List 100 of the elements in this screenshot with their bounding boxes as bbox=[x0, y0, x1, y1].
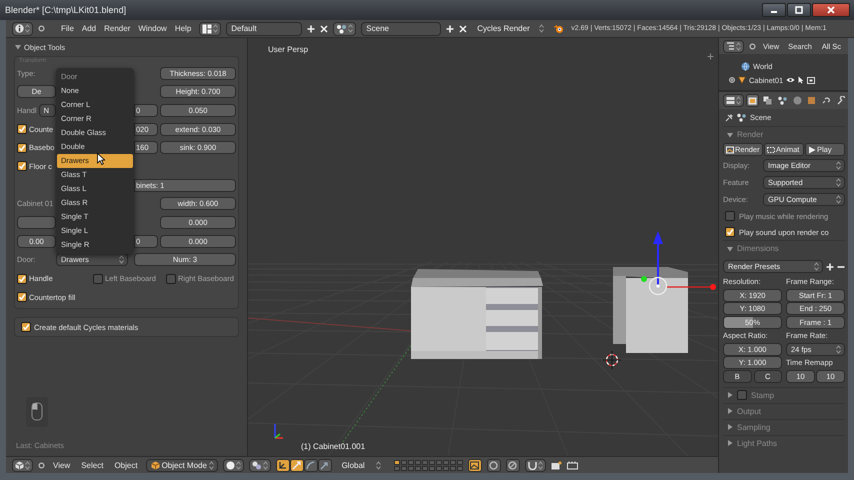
pin-icon[interactable] bbox=[725, 114, 733, 122]
checkbox[interactable] bbox=[17, 142, 27, 153]
render-preview-button[interactable] bbox=[468, 458, 482, 472]
transform-tool-toggle[interactable] bbox=[290, 458, 304, 472]
screen-layout-button[interactable] bbox=[199, 22, 222, 36]
disclosure-triangle-icon[interactable] bbox=[727, 132, 733, 138]
window-title: Blender* [C:\tmp\LKit01.blend] bbox=[5, 5, 128, 15]
panel-title: Light Paths bbox=[737, 438, 778, 448]
updown-arrows-icon bbox=[836, 161, 841, 170]
proportional-edit-button[interactable] bbox=[506, 458, 520, 472]
checkbox[interactable] bbox=[725, 211, 735, 221]
plus-icon[interactable] bbox=[707, 53, 714, 60]
eye-icon[interactable] bbox=[786, 77, 796, 83]
menu-item[interactable]: Window bbox=[135, 24, 170, 33]
updown-arrows-icon bbox=[376, 460, 381, 470]
menu-item[interactable]: Help bbox=[172, 24, 194, 33]
menu-item[interactable]: Object bbox=[111, 460, 141, 470]
menu-item[interactable]: Render bbox=[101, 24, 134, 33]
blender-logo-icon bbox=[553, 24, 564, 34]
view-name: User Persp bbox=[268, 45, 308, 54]
close-icon[interactable] bbox=[320, 24, 328, 32]
maximize-icon bbox=[795, 6, 803, 14]
scene-button[interactable] bbox=[333, 22, 356, 36]
info-icon bbox=[15, 24, 24, 33]
manipulator-toggle[interactable] bbox=[276, 458, 290, 472]
updown-arrows-icon bbox=[814, 262, 819, 271]
properties-tab[interactable] bbox=[760, 94, 774, 107]
updown-arrows-icon bbox=[236, 460, 241, 470]
maximize-button[interactable] bbox=[787, 3, 811, 17]
transform-tool-toggle[interactable] bbox=[318, 458, 332, 472]
add-icon[interactable] bbox=[826, 262, 834, 270]
updown-arrows-icon bbox=[262, 460, 268, 470]
checkbox[interactable] bbox=[93, 274, 103, 284]
mode-label: Object Mode bbox=[162, 460, 207, 470]
properties-tab[interactable] bbox=[746, 94, 759, 107]
shading-button[interactable] bbox=[222, 458, 244, 472]
pivot-button[interactable] bbox=[248, 458, 271, 472]
properties-tab[interactable] bbox=[835, 94, 848, 107]
menu-item[interactable]: View bbox=[50, 460, 74, 470]
add-icon[interactable] bbox=[446, 24, 454, 32]
updown-arrows-icon bbox=[836, 178, 841, 187]
updown-arrows-icon bbox=[539, 24, 544, 33]
updown-arrows-icon bbox=[538, 460, 543, 470]
dot-icon bbox=[38, 462, 45, 468]
cube-icon bbox=[807, 96, 816, 105]
checkbox[interactable] bbox=[17, 161, 27, 172]
number-field[interactable] bbox=[17, 216, 56, 229]
panel-title: Sampling bbox=[737, 422, 770, 432]
checkbox[interactable] bbox=[17, 292, 27, 302]
add-icon[interactable] bbox=[307, 24, 316, 32]
disclosure-triangle-icon[interactable] bbox=[727, 392, 733, 398]
disclosure-triangle-icon[interactable] bbox=[727, 440, 733, 446]
close-icon[interactable] bbox=[459, 24, 468, 32]
properties-tab[interactable] bbox=[776, 94, 789, 107]
checkbox[interactable] bbox=[21, 322, 31, 332]
arrow-icon bbox=[292, 460, 302, 470]
scene-field[interactable]: Scene bbox=[361, 22, 442, 36]
expand-icon[interactable] bbox=[729, 77, 735, 83]
curve-icon bbox=[306, 460, 316, 470]
snap-button[interactable] bbox=[486, 458, 501, 472]
checkbox[interactable] bbox=[737, 390, 747, 400]
checkbox[interactable] bbox=[17, 274, 27, 284]
layers-icon bbox=[762, 96, 772, 105]
layout-field[interactable]: Default bbox=[226, 22, 302, 36]
scene-icon bbox=[336, 24, 348, 34]
arrow-icon bbox=[320, 460, 330, 470]
menu-item[interactable]: Select bbox=[78, 460, 106, 470]
mode-dropdown[interactable]: Object Mode bbox=[146, 458, 218, 472]
updown-arrows-icon bbox=[25, 24, 30, 33]
panel-title: Dimensions bbox=[737, 244, 779, 253]
axes-icon bbox=[278, 460, 288, 470]
editor-type-button[interactable] bbox=[723, 94, 744, 107]
close-button[interactable] bbox=[812, 3, 850, 17]
editor-type-button[interactable] bbox=[723, 40, 744, 52]
3d-cursor-icon bbox=[602, 350, 622, 370]
snap-element-button[interactable] bbox=[524, 458, 546, 472]
transform-tool-toggle[interactable] bbox=[304, 458, 318, 472]
menu-item[interactable]: Add bbox=[78, 24, 100, 33]
disclosure-triangle-icon[interactable] bbox=[727, 408, 733, 414]
outliner-icon bbox=[726, 42, 735, 50]
checkbox[interactable] bbox=[725, 227, 735, 237]
menu-item[interactable]: File bbox=[58, 24, 77, 33]
scene-icon bbox=[737, 113, 746, 122]
disclosure-triangle-icon[interactable] bbox=[727, 246, 733, 252]
scene-icon bbox=[778, 96, 787, 105]
disclosure-triangle-icon[interactable] bbox=[727, 424, 733, 430]
editor-type-button[interactable] bbox=[12, 458, 33, 472]
info-editor-button[interactable] bbox=[12, 22, 33, 36]
image-icon bbox=[726, 146, 734, 154]
dot-icon bbox=[749, 42, 756, 50]
checkbox[interactable] bbox=[17, 124, 27, 134]
play-icon bbox=[808, 146, 816, 154]
checkbox[interactable] bbox=[166, 274, 176, 284]
panel-title: Output bbox=[737, 406, 762, 416]
panel-title: Render bbox=[737, 130, 764, 139]
mesh-icon bbox=[738, 76, 746, 84]
minimize-button[interactable] bbox=[762, 3, 786, 17]
pointer-icon[interactable] bbox=[798, 76, 804, 84]
disclosure-triangle-icon[interactable] bbox=[15, 44, 21, 50]
updown-arrows-icon bbox=[119, 255, 124, 264]
